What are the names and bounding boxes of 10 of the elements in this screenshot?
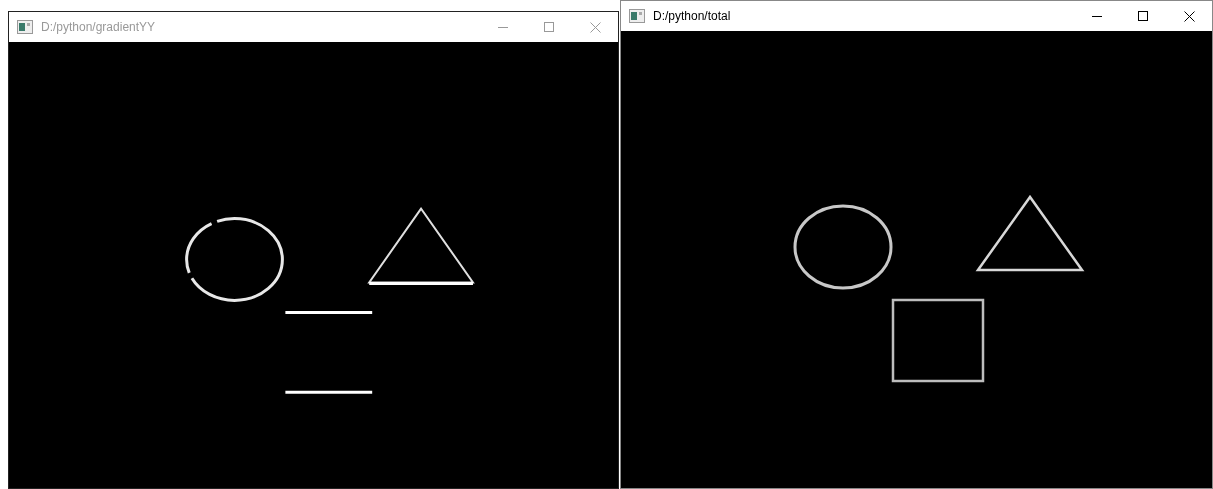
- minimize-icon: [498, 26, 508, 28]
- app-icon: [629, 9, 645, 23]
- close-icon: [589, 21, 601, 33]
- window-title: D:/python/total: [653, 8, 731, 25]
- app-icon: [17, 20, 33, 34]
- window-title: D:/python/gradientYY: [41, 19, 156, 36]
- minimize-icon: [1092, 15, 1102, 17]
- maximize-icon: [544, 22, 554, 32]
- close-icon: [1183, 10, 1195, 22]
- maximize-icon: [1138, 11, 1148, 21]
